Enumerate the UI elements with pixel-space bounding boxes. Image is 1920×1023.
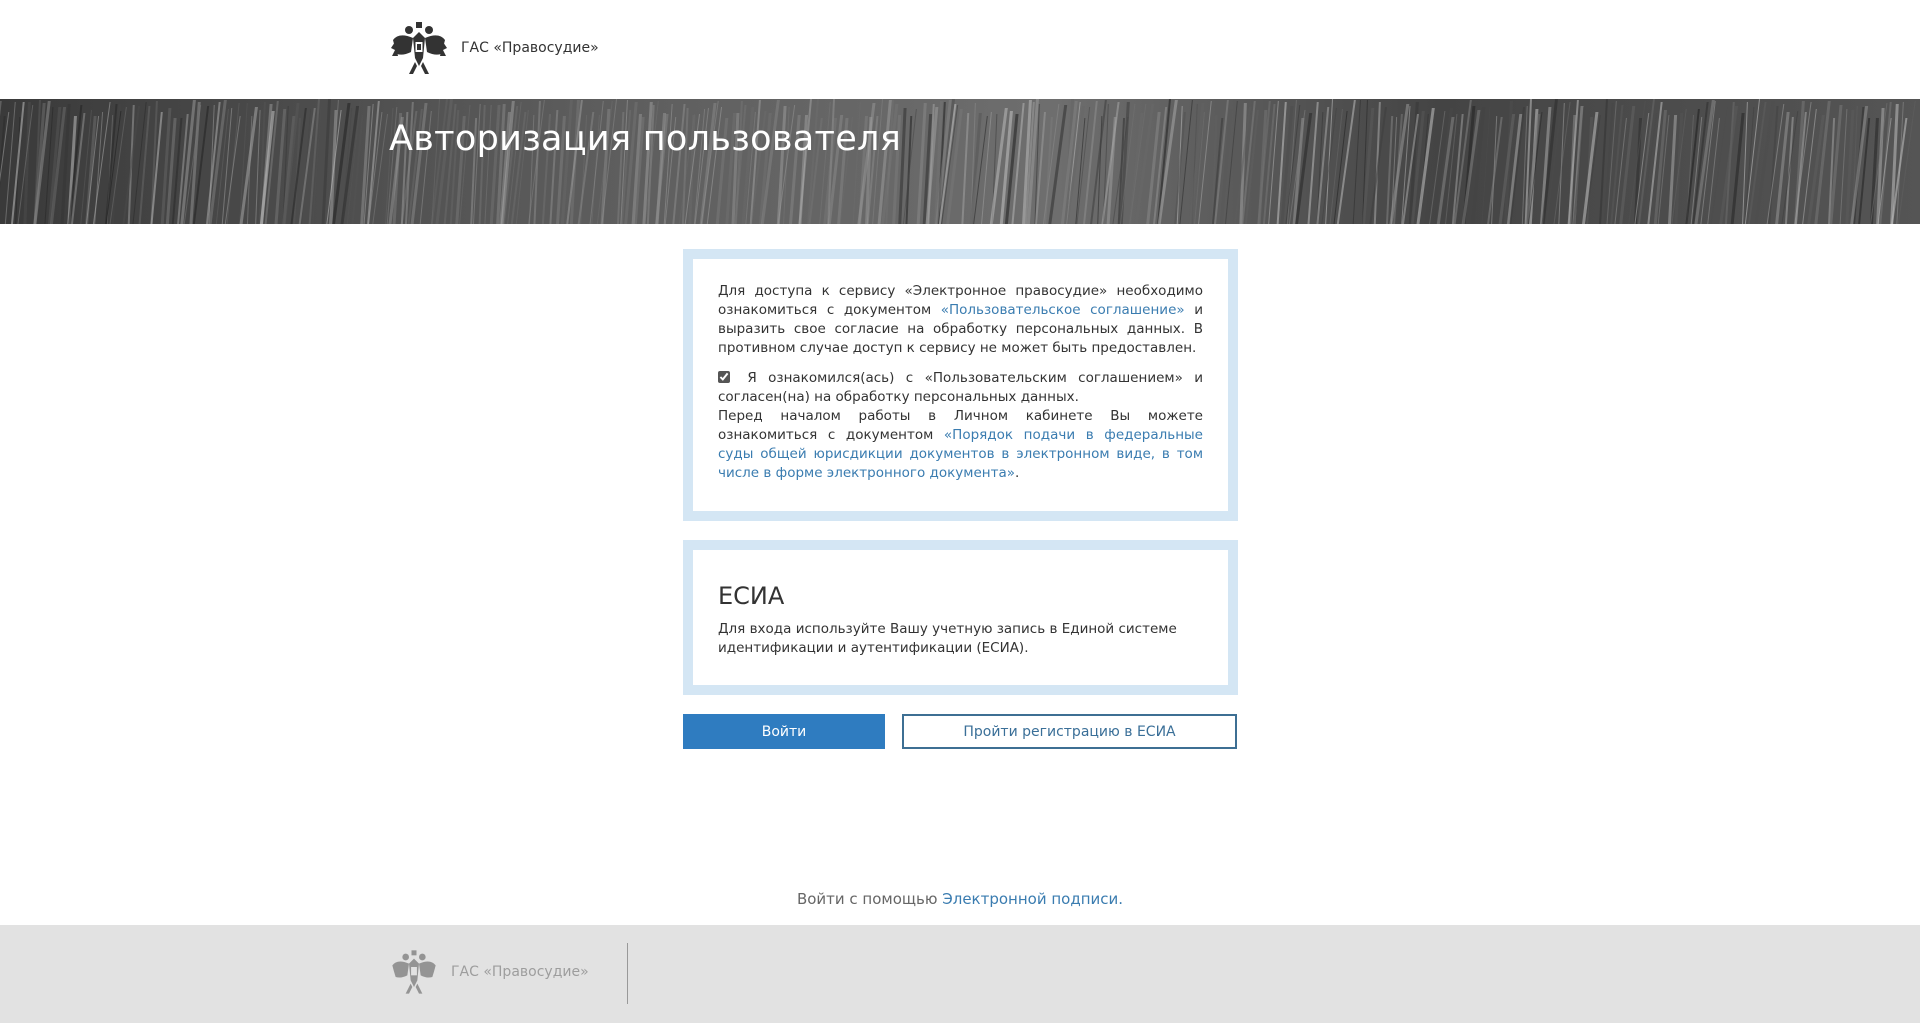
page-title: Авторизация пользователя (389, 119, 902, 159)
agreement-card: Для доступа к сервису «Электронное право… (683, 249, 1238, 521)
signature-login-line: Войти с помощью Электронной подписи. (0, 890, 1920, 908)
header-logo[interactable]: ГАС «Правосудие» (389, 18, 599, 78)
procedure-text-part: . (1015, 465, 1020, 481)
banner-background (0, 99, 1920, 224)
footer-divider (627, 943, 628, 1004)
russian-coat-of-arms-icon (392, 950, 436, 994)
procedure-text: Перед началом работы в Личном кабинете В… (718, 407, 1203, 483)
electronic-signature-link[interactable]: Электронной подписи. (942, 890, 1123, 908)
header-brand: ГАС «Правосудие» (461, 40, 599, 56)
esia-description: Для входа используйте Вашу учетную запис… (718, 621, 1177, 656)
russian-coat-of-arms-icon (391, 22, 447, 74)
footer-brand: ГАС «Правосудие» (451, 964, 589, 980)
esia-title: ЕСИА (718, 582, 785, 610)
signature-login-text: Войти с помощью (796, 890, 943, 908)
page-banner: Авторизация пользователя (0, 99, 1920, 224)
agreement-checkbox-label: Я ознакомился(ась) с «Пользовательским с… (718, 370, 1203, 405)
user-agreement-link[interactable]: «Пользовательское соглашение» (941, 302, 1185, 318)
header: ГАС «Правосудие» (0, 0, 1920, 99)
agreement-text: Для доступа к сервису «Электронное право… (718, 282, 1203, 358)
agreement-checkbox[interactable] (718, 371, 730, 383)
register-esia-button[interactable]: Пройти регистрацию в ЕСИА (902, 714, 1237, 749)
footer-logo[interactable]: ГАС «Правосудие» (389, 947, 589, 997)
esia-card: ЕСИА Для входа используйте Вашу учетную … (683, 540, 1238, 695)
agreement-checkbox-row[interactable]: Я ознакомился(ась) с «Пользовательским с… (718, 369, 1203, 407)
login-button[interactable]: Войти (683, 714, 885, 749)
footer: ГАС «Правосудие» (0, 925, 1920, 1023)
